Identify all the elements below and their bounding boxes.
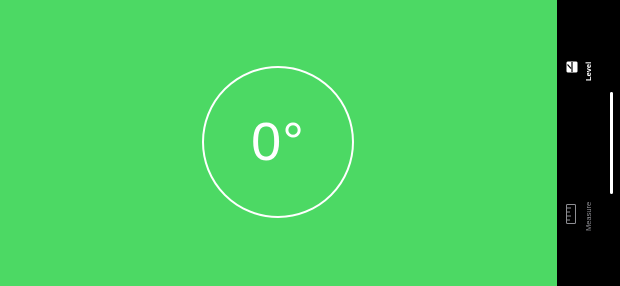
tab-measure-label: Measure	[584, 201, 593, 231]
tab-measure[interactable]: Measure	[557, 194, 597, 238]
level-icon	[566, 60, 578, 78]
mode-tab-bar: Level Measure	[557, 0, 620, 286]
measure-app: 0° Level Measure	[0, 0, 620, 286]
tab-level[interactable]: Level	[557, 56, 597, 96]
angle-readout: 0°	[251, 112, 305, 172]
scroll-indicator	[610, 92, 613, 194]
tab-level-label: Level	[584, 61, 593, 81]
ruler-icon	[566, 204, 576, 229]
level-view: 0°	[0, 0, 557, 286]
